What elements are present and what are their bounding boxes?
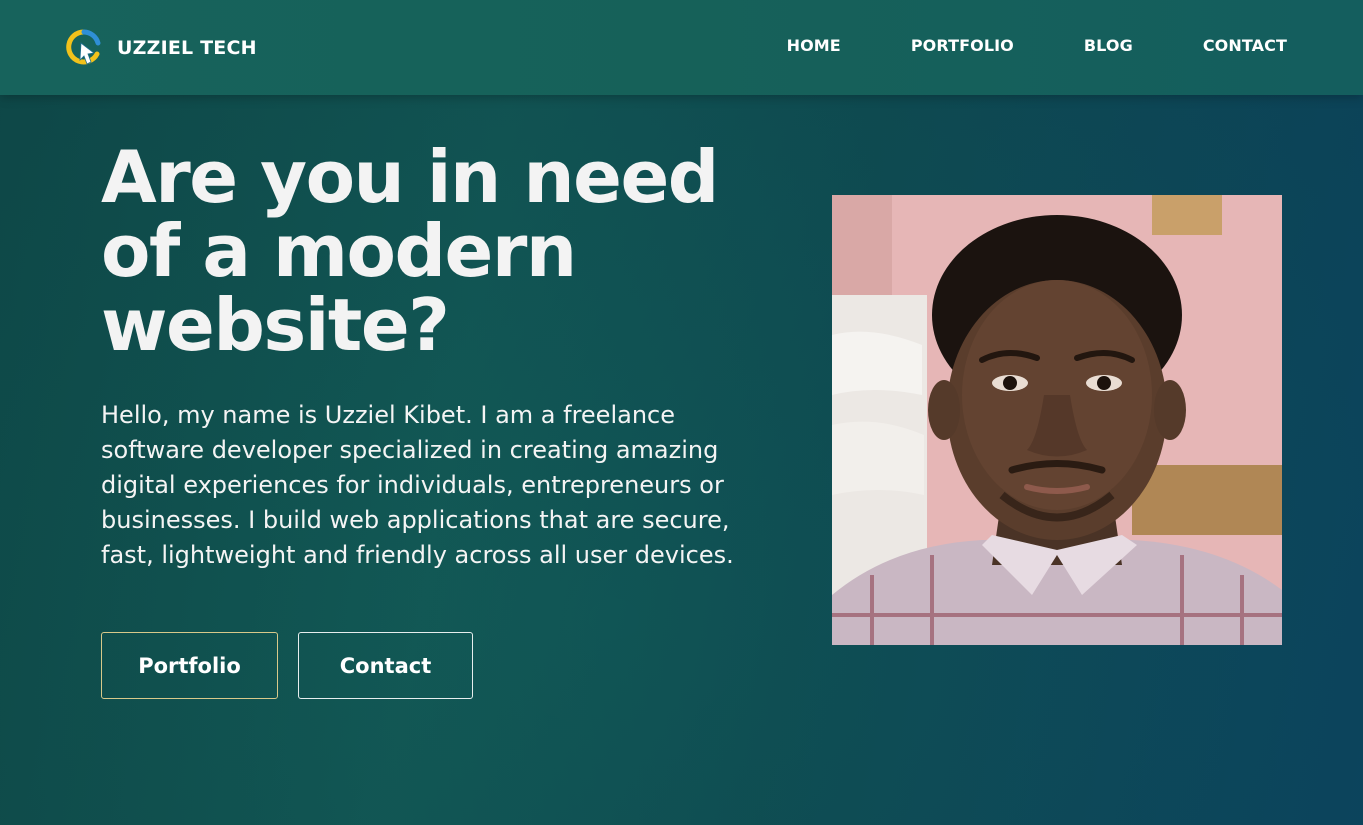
- portrait-photo: [832, 195, 1282, 645]
- main-nav: HOME PORTFOLIO BLOG CONTACT: [787, 36, 1287, 55]
- contact-button[interactable]: Contact: [298, 632, 473, 699]
- brand-link[interactable]: UZZIEL TECH: [66, 28, 257, 68]
- hero-title: Are you in need of a modern website?: [101, 135, 719, 367]
- hero-description: Hello, my name is Uzziel Kibet. I am a f…: [101, 401, 734, 569]
- logo-icon: [66, 29, 102, 67]
- brand-name: UZZIEL TECH: [117, 37, 257, 59]
- nav-portfolio[interactable]: PORTFOLIO: [911, 36, 1014, 55]
- nav-contact[interactable]: CONTACT: [1203, 36, 1287, 55]
- portfolio-button[interactable]: Portfolio: [101, 632, 278, 699]
- nav-home[interactable]: HOME: [787, 36, 841, 55]
- site-header: UZZIEL TECH HOME PORTFOLIO BLOG CONTACT: [0, 0, 1363, 95]
- nav-blog[interactable]: BLOG: [1084, 36, 1133, 55]
